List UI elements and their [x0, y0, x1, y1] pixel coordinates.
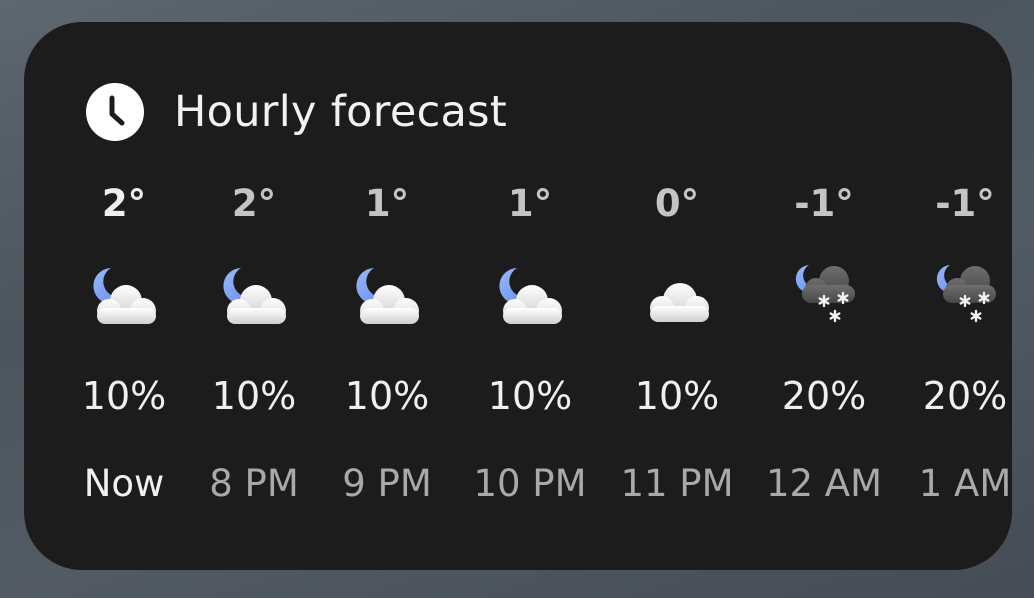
partly-cloudy-night-icon: [89, 262, 159, 334]
hour-label: 11 PM: [620, 462, 734, 505]
hourly-forecast-widget[interactable]: Hourly forecast 2° 10% Now 2° 10% 8 PM 1…: [24, 22, 1012, 570]
hour-label: 9 PM: [342, 462, 432, 505]
snow-night-icon: [930, 262, 1000, 334]
hour-temperature: 0°: [654, 182, 700, 225]
partly-cloudy-night-icon: [495, 262, 565, 334]
hour-label: 12 AM: [765, 462, 883, 505]
widget-title: Hourly forecast: [174, 87, 508, 137]
precipitation-chance: 10%: [344, 374, 430, 418]
hour-label: 1 AM: [918, 462, 1012, 505]
widget-header: Hourly forecast: [86, 82, 507, 142]
hour-label: 8 PM: [209, 462, 299, 505]
hour-temperature: -1°: [935, 182, 995, 225]
hour-label: Now: [83, 462, 165, 505]
partly-cloudy-night-icon: [352, 262, 422, 334]
cloudy-icon: [642, 262, 712, 334]
precipitation-chance: 10%: [81, 374, 167, 418]
precipitation-chance: 20%: [922, 374, 1008, 418]
precipitation-chance: 10%: [487, 374, 573, 418]
hour-temperature: 1°: [364, 182, 410, 225]
precipitation-chance: 10%: [634, 374, 720, 418]
partly-cloudy-night-icon: [219, 262, 289, 334]
hour-temperature: -1°: [794, 182, 854, 225]
hour-temperature: 1°: [507, 182, 553, 225]
hour-label: 10 PM: [473, 462, 587, 505]
snow-night-icon: [789, 262, 859, 334]
hour-temperature: 2°: [231, 182, 277, 225]
clock-icon: [86, 83, 144, 141]
precipitation-chance: 20%: [781, 374, 867, 418]
precipitation-chance: 10%: [211, 374, 297, 418]
hour-temperature: 2°: [101, 182, 147, 225]
